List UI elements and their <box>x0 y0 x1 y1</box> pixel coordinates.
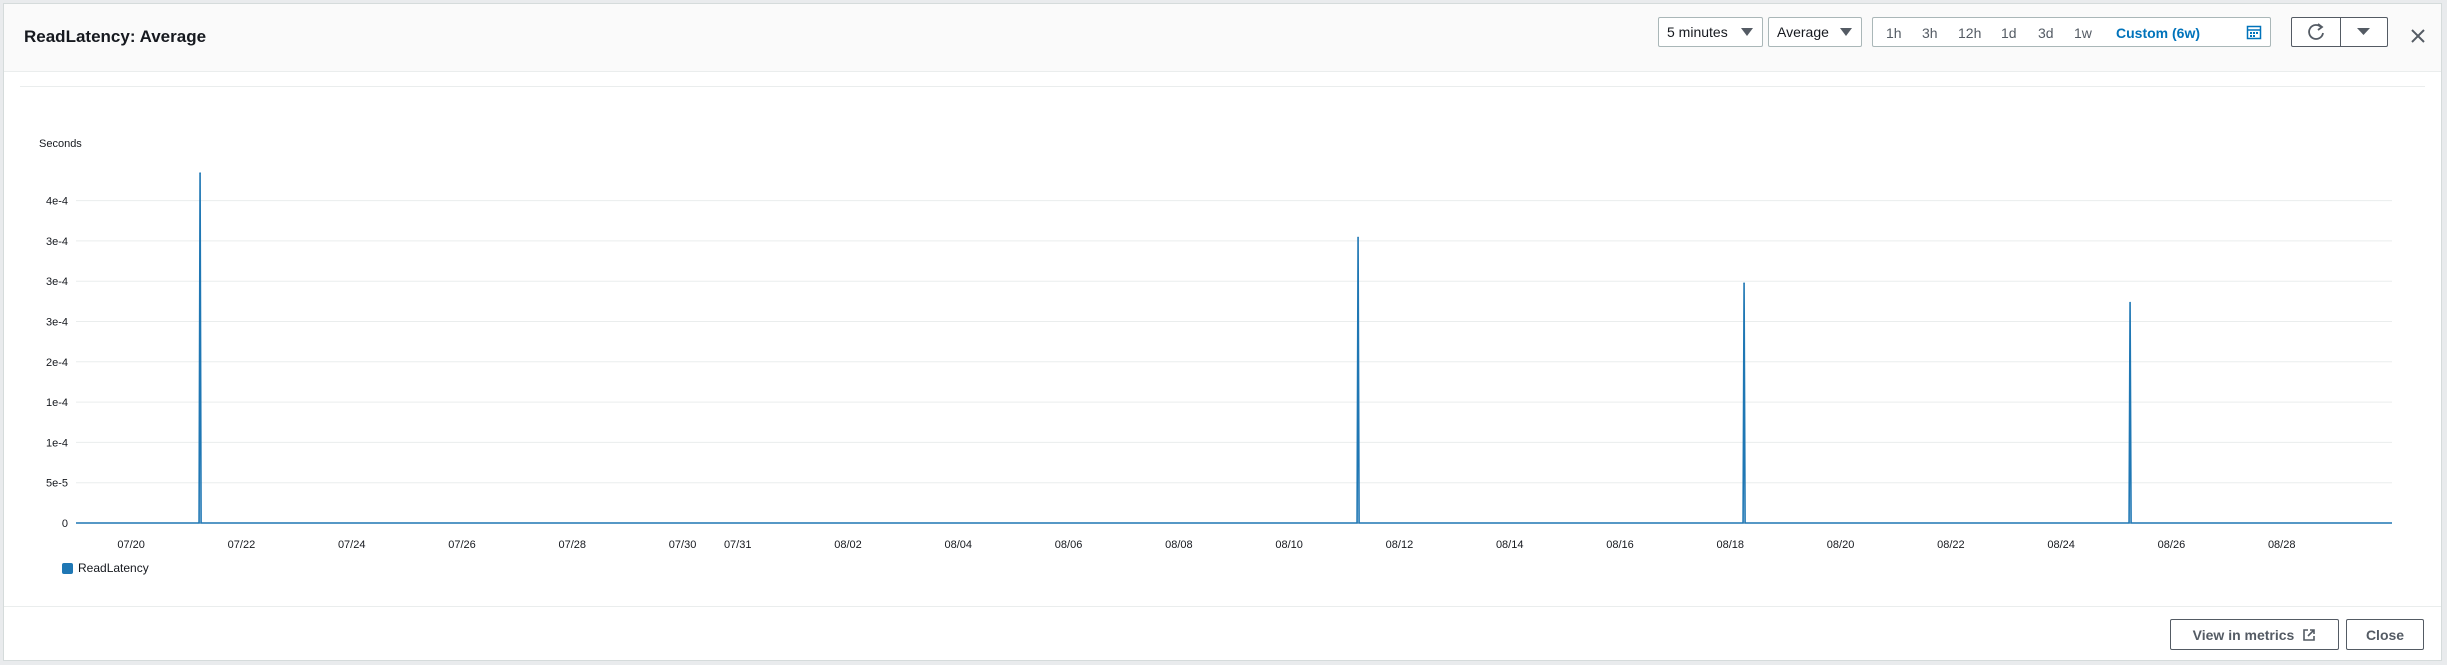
view-in-metrics-label: View in metrics <box>2192 626 2295 643</box>
x-tick-label: 07/22 <box>228 539 256 551</box>
x-tick-label: 08/20 <box>1827 539 1855 551</box>
y-tick-label: 3e-4 <box>46 317 68 329</box>
y-tick-label: 4e-4 <box>46 196 68 208</box>
y-tick-label: 1e-4 <box>46 437 68 449</box>
view-in-metrics-button[interactable]: View in metrics <box>2170 619 2339 650</box>
x-tick-label: 07/26 <box>448 539 476 551</box>
x-tick-label: 07/20 <box>117 539 145 551</box>
x-tick-label: 08/10 <box>1275 539 1303 551</box>
x-tick-label: 08/12 <box>1386 539 1414 551</box>
x-tick-label: 08/28 <box>2268 539 2296 551</box>
y-tick-label: 3e-4 <box>46 236 68 248</box>
x-tick-label: 07/24 <box>338 539 366 551</box>
metric-modal: ReadLatency: Average 5 minutes Average 1… <box>3 3 2442 661</box>
data-point <box>1743 282 1745 285</box>
x-tick-label: 07/31 <box>724 539 752 551</box>
y-tick-label: 5e-5 <box>46 478 68 490</box>
x-tick-label: 08/14 <box>1496 539 1524 551</box>
data-point <box>2129 301 2131 304</box>
y-axis-label: Seconds <box>39 138 82 150</box>
x-tick-label: 08/04 <box>945 539 973 551</box>
y-tick-label: 0 <box>62 518 68 530</box>
close-label: Close <box>2365 626 2405 643</box>
x-tick-label: 07/28 <box>559 539 587 551</box>
x-tick-label: 08/16 <box>1606 539 1634 551</box>
x-tick-label: 08/06 <box>1055 539 1083 551</box>
chart-legend[interactable]: ReadLatency <box>62 561 149 575</box>
y-tick-label: 2e-4 <box>46 357 68 369</box>
x-tick-label: 08/08 <box>1165 539 1193 551</box>
x-tick-label: 08/26 <box>2158 539 2186 551</box>
x-tick-label: 07/30 <box>669 539 697 551</box>
divider <box>4 606 2441 607</box>
y-tick-label: 1e-4 <box>46 397 68 409</box>
close-button[interactable]: Close <box>2346 619 2424 650</box>
data-point <box>1357 236 1359 239</box>
latency-chart: Seconds 0 5e-5 1e-4 1e-4 2e-4 3e-4 3e-4 3e-4 4e-… <box>39 138 2392 551</box>
x-tick-label: 08/02 <box>834 539 862 551</box>
series-line-readlatency <box>76 172 2392 524</box>
legend-swatch <box>62 562 73 574</box>
data-point <box>199 172 201 174</box>
x-tick-label: 08/24 <box>2047 539 2075 551</box>
external-link-icon <box>2303 628 2316 641</box>
legend-label: ReadLatency <box>78 561 149 575</box>
x-tick-label: 08/22 <box>1937 539 1965 551</box>
y-tick-label: 3e-4 <box>46 276 68 288</box>
x-tick-label: 08/18 <box>1717 539 1745 551</box>
